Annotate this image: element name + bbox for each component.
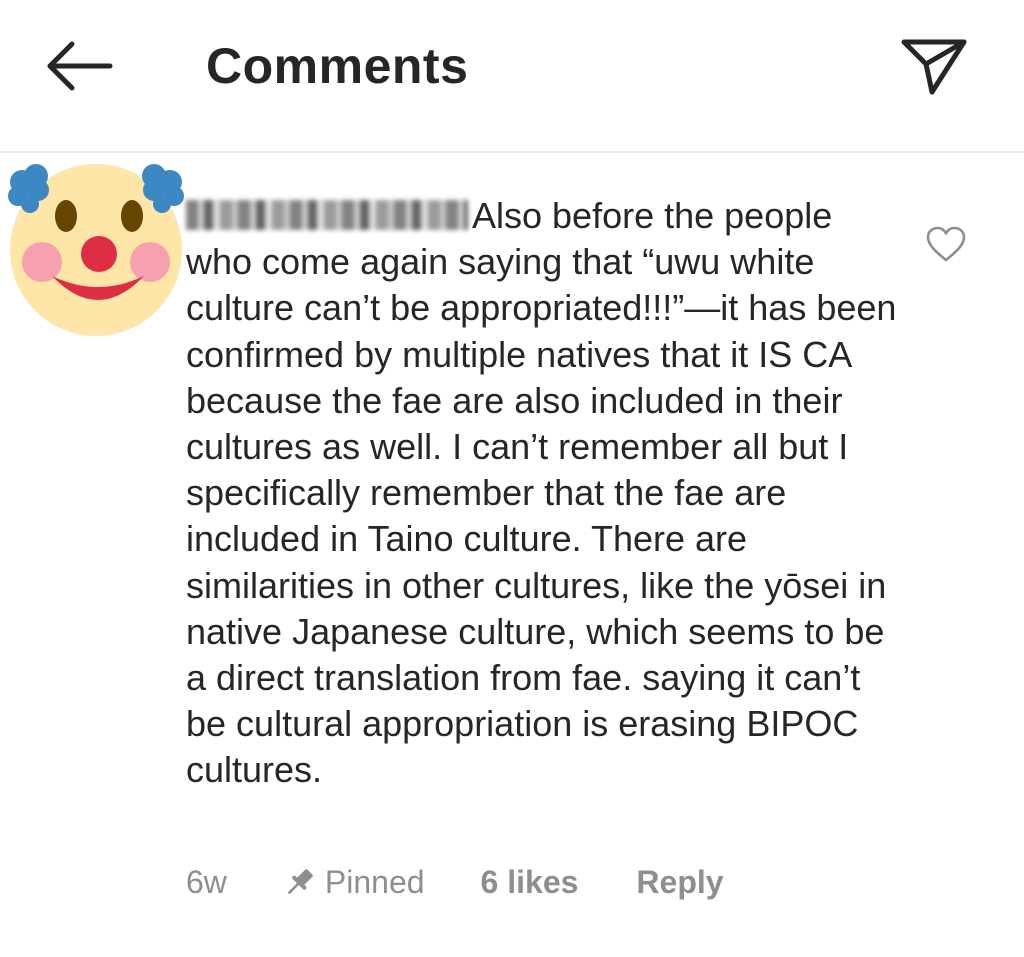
header-bar: Comments xyxy=(0,0,1024,153)
reply-button[interactable]: Reply xyxy=(636,864,723,901)
share-button[interactable] xyxy=(896,34,972,98)
like-button[interactable] xyxy=(924,225,968,265)
pin-icon xyxy=(287,869,313,894)
pinned-label: Pinned xyxy=(324,863,425,900)
clown-face-icon xyxy=(8,164,184,336)
paper-plane-icon xyxy=(901,39,967,95)
page-title: Comments xyxy=(206,38,469,94)
arrow-left-icon xyxy=(47,41,113,91)
heart-outline-icon xyxy=(926,226,966,262)
comment-meta-row: 6w Pinned 6 likes Reply xyxy=(186,860,724,904)
likes-count[interactable]: 6 likes xyxy=(481,864,579,901)
comment-text: Also before the people who come again sa… xyxy=(186,195,897,791)
pinned-indicator: Pinned xyxy=(283,864,425,901)
comment-timestamp: 6w xyxy=(186,863,227,900)
avatar[interactable] xyxy=(4,160,188,344)
back-button[interactable] xyxy=(40,34,120,98)
username-redacted[interactable] xyxy=(186,200,468,230)
comment-body: Also before the people who come again sa… xyxy=(186,193,898,794)
